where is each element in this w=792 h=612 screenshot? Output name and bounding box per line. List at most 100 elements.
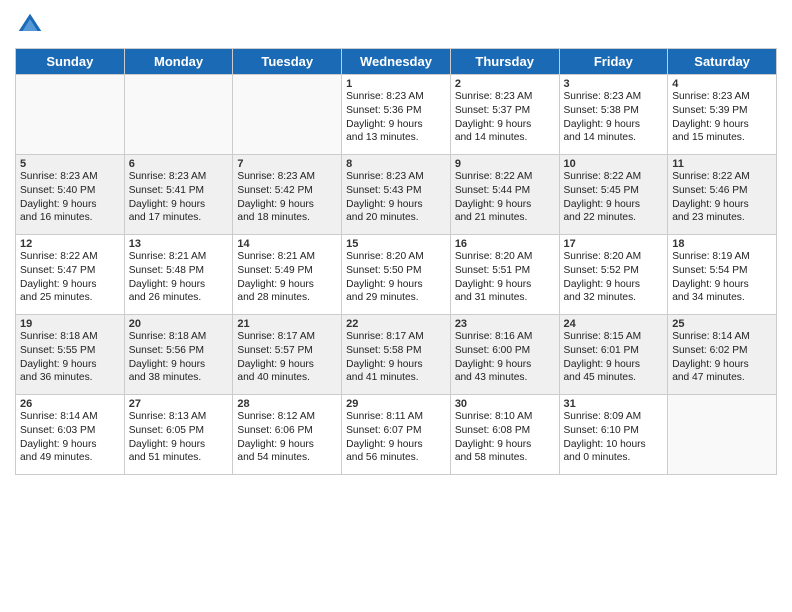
calendar-day: 15Sunrise: 8:20 AM Sunset: 5:50 PM Dayli… (342, 235, 451, 315)
day-info: Sunrise: 8:18 AM Sunset: 5:55 PM Dayligh… (20, 330, 120, 385)
day-number: 14 (237, 238, 337, 250)
calendar-week-row: 26Sunrise: 8:14 AM Sunset: 6:03 PM Dayli… (16, 395, 777, 475)
day-info: Sunrise: 8:14 AM Sunset: 6:03 PM Dayligh… (20, 410, 120, 465)
day-info: Sunrise: 8:09 AM Sunset: 6:10 PM Dayligh… (564, 410, 664, 465)
calendar-day: 10Sunrise: 8:22 AM Sunset: 5:45 PM Dayli… (559, 155, 668, 235)
calendar-day: 6Sunrise: 8:23 AM Sunset: 5:41 PM Daylig… (124, 155, 233, 235)
weekday-header: Saturday (668, 49, 777, 75)
calendar-day: 26Sunrise: 8:14 AM Sunset: 6:03 PM Dayli… (16, 395, 125, 475)
weekday-header: Thursday (450, 49, 559, 75)
calendar-day: 22Sunrise: 8:17 AM Sunset: 5:58 PM Dayli… (342, 315, 451, 395)
day-info: Sunrise: 8:23 AM Sunset: 5:40 PM Dayligh… (20, 170, 120, 225)
day-number: 10 (564, 158, 664, 170)
day-info: Sunrise: 8:18 AM Sunset: 5:56 PM Dayligh… (129, 330, 229, 385)
day-number: 19 (20, 318, 120, 330)
calendar-day: 23Sunrise: 8:16 AM Sunset: 6:00 PM Dayli… (450, 315, 559, 395)
calendar-day: 30Sunrise: 8:10 AM Sunset: 6:08 PM Dayli… (450, 395, 559, 475)
day-number: 17 (564, 238, 664, 250)
day-info: Sunrise: 8:22 AM Sunset: 5:46 PM Dayligh… (672, 170, 772, 225)
day-info: Sunrise: 8:23 AM Sunset: 5:37 PM Dayligh… (455, 90, 555, 145)
day-number: 28 (237, 398, 337, 410)
day-number: 2 (455, 78, 555, 90)
page-header (15, 10, 777, 40)
day-number: 23 (455, 318, 555, 330)
day-number: 5 (20, 158, 120, 170)
calendar-header-row: SundayMondayTuesdayWednesdayThursdayFrid… (16, 49, 777, 75)
day-number: 13 (129, 238, 229, 250)
day-number: 12 (20, 238, 120, 250)
day-number: 4 (672, 78, 772, 90)
calendar-day: 2Sunrise: 8:23 AM Sunset: 5:37 PM Daylig… (450, 75, 559, 155)
calendar-day: 19Sunrise: 8:18 AM Sunset: 5:55 PM Dayli… (16, 315, 125, 395)
day-number: 30 (455, 398, 555, 410)
day-info: Sunrise: 8:20 AM Sunset: 5:50 PM Dayligh… (346, 250, 446, 305)
day-info: Sunrise: 8:21 AM Sunset: 5:49 PM Dayligh… (237, 250, 337, 305)
calendar-table: SundayMondayTuesdayWednesdayThursdayFrid… (15, 48, 777, 475)
calendar-day: 29Sunrise: 8:11 AM Sunset: 6:07 PM Dayli… (342, 395, 451, 475)
day-info: Sunrise: 8:16 AM Sunset: 6:00 PM Dayligh… (455, 330, 555, 385)
day-number: 3 (564, 78, 664, 90)
day-info: Sunrise: 8:23 AM Sunset: 5:43 PM Dayligh… (346, 170, 446, 225)
calendar-day: 1Sunrise: 8:23 AM Sunset: 5:36 PM Daylig… (342, 75, 451, 155)
calendar-empty (16, 75, 125, 155)
day-info: Sunrise: 8:20 AM Sunset: 5:52 PM Dayligh… (564, 250, 664, 305)
weekday-header: Monday (124, 49, 233, 75)
logo-icon (15, 10, 45, 40)
day-info: Sunrise: 8:17 AM Sunset: 5:58 PM Dayligh… (346, 330, 446, 385)
day-info: Sunrise: 8:23 AM Sunset: 5:38 PM Dayligh… (564, 90, 664, 145)
day-info: Sunrise: 8:10 AM Sunset: 6:08 PM Dayligh… (455, 410, 555, 465)
weekday-header: Friday (559, 49, 668, 75)
calendar-day: 21Sunrise: 8:17 AM Sunset: 5:57 PM Dayli… (233, 315, 342, 395)
calendar-day: 16Sunrise: 8:20 AM Sunset: 5:51 PM Dayli… (450, 235, 559, 315)
day-number: 11 (672, 158, 772, 170)
day-info: Sunrise: 8:21 AM Sunset: 5:48 PM Dayligh… (129, 250, 229, 305)
day-number: 1 (346, 78, 446, 90)
day-number: 29 (346, 398, 446, 410)
day-number: 25 (672, 318, 772, 330)
day-info: Sunrise: 8:19 AM Sunset: 5:54 PM Dayligh… (672, 250, 772, 305)
calendar-day: 24Sunrise: 8:15 AM Sunset: 6:01 PM Dayli… (559, 315, 668, 395)
day-info: Sunrise: 8:23 AM Sunset: 5:36 PM Dayligh… (346, 90, 446, 145)
calendar-day: 17Sunrise: 8:20 AM Sunset: 5:52 PM Dayli… (559, 235, 668, 315)
calendar-day: 28Sunrise: 8:12 AM Sunset: 6:06 PM Dayli… (233, 395, 342, 475)
day-number: 31 (564, 398, 664, 410)
day-number: 7 (237, 158, 337, 170)
calendar-empty (668, 395, 777, 475)
calendar-day: 12Sunrise: 8:22 AM Sunset: 5:47 PM Dayli… (16, 235, 125, 315)
calendar-week-row: 12Sunrise: 8:22 AM Sunset: 5:47 PM Dayli… (16, 235, 777, 315)
calendar-day: 20Sunrise: 8:18 AM Sunset: 5:56 PM Dayli… (124, 315, 233, 395)
calendar-day: 13Sunrise: 8:21 AM Sunset: 5:48 PM Dayli… (124, 235, 233, 315)
day-info: Sunrise: 8:17 AM Sunset: 5:57 PM Dayligh… (237, 330, 337, 385)
calendar-day: 4Sunrise: 8:23 AM Sunset: 5:39 PM Daylig… (668, 75, 777, 155)
day-info: Sunrise: 8:23 AM Sunset: 5:42 PM Dayligh… (237, 170, 337, 225)
calendar-week-row: 5Sunrise: 8:23 AM Sunset: 5:40 PM Daylig… (16, 155, 777, 235)
day-number: 24 (564, 318, 664, 330)
day-info: Sunrise: 8:15 AM Sunset: 6:01 PM Dayligh… (564, 330, 664, 385)
weekday-header: Tuesday (233, 49, 342, 75)
day-info: Sunrise: 8:12 AM Sunset: 6:06 PM Dayligh… (237, 410, 337, 465)
day-number: 9 (455, 158, 555, 170)
weekday-header: Sunday (16, 49, 125, 75)
day-info: Sunrise: 8:22 AM Sunset: 5:45 PM Dayligh… (564, 170, 664, 225)
calendar-day: 8Sunrise: 8:23 AM Sunset: 5:43 PM Daylig… (342, 155, 451, 235)
calendar-day: 5Sunrise: 8:23 AM Sunset: 5:40 PM Daylig… (16, 155, 125, 235)
day-info: Sunrise: 8:23 AM Sunset: 5:39 PM Dayligh… (672, 90, 772, 145)
calendar-day: 11Sunrise: 8:22 AM Sunset: 5:46 PM Dayli… (668, 155, 777, 235)
day-number: 16 (455, 238, 555, 250)
day-number: 8 (346, 158, 446, 170)
calendar-empty (124, 75, 233, 155)
calendar-day: 14Sunrise: 8:21 AM Sunset: 5:49 PM Dayli… (233, 235, 342, 315)
day-info: Sunrise: 8:13 AM Sunset: 6:05 PM Dayligh… (129, 410, 229, 465)
calendar-day: 27Sunrise: 8:13 AM Sunset: 6:05 PM Dayli… (124, 395, 233, 475)
day-info: Sunrise: 8:22 AM Sunset: 5:44 PM Dayligh… (455, 170, 555, 225)
calendar-day: 25Sunrise: 8:14 AM Sunset: 6:02 PM Dayli… (668, 315, 777, 395)
day-info: Sunrise: 8:11 AM Sunset: 6:07 PM Dayligh… (346, 410, 446, 465)
calendar-day: 3Sunrise: 8:23 AM Sunset: 5:38 PM Daylig… (559, 75, 668, 155)
page-container: SundayMondayTuesdayWednesdayThursdayFrid… (0, 0, 792, 485)
calendar-day: 31Sunrise: 8:09 AM Sunset: 6:10 PM Dayli… (559, 395, 668, 475)
day-info: Sunrise: 8:23 AM Sunset: 5:41 PM Dayligh… (129, 170, 229, 225)
calendar-empty (233, 75, 342, 155)
weekday-header: Wednesday (342, 49, 451, 75)
day-info: Sunrise: 8:20 AM Sunset: 5:51 PM Dayligh… (455, 250, 555, 305)
day-number: 20 (129, 318, 229, 330)
